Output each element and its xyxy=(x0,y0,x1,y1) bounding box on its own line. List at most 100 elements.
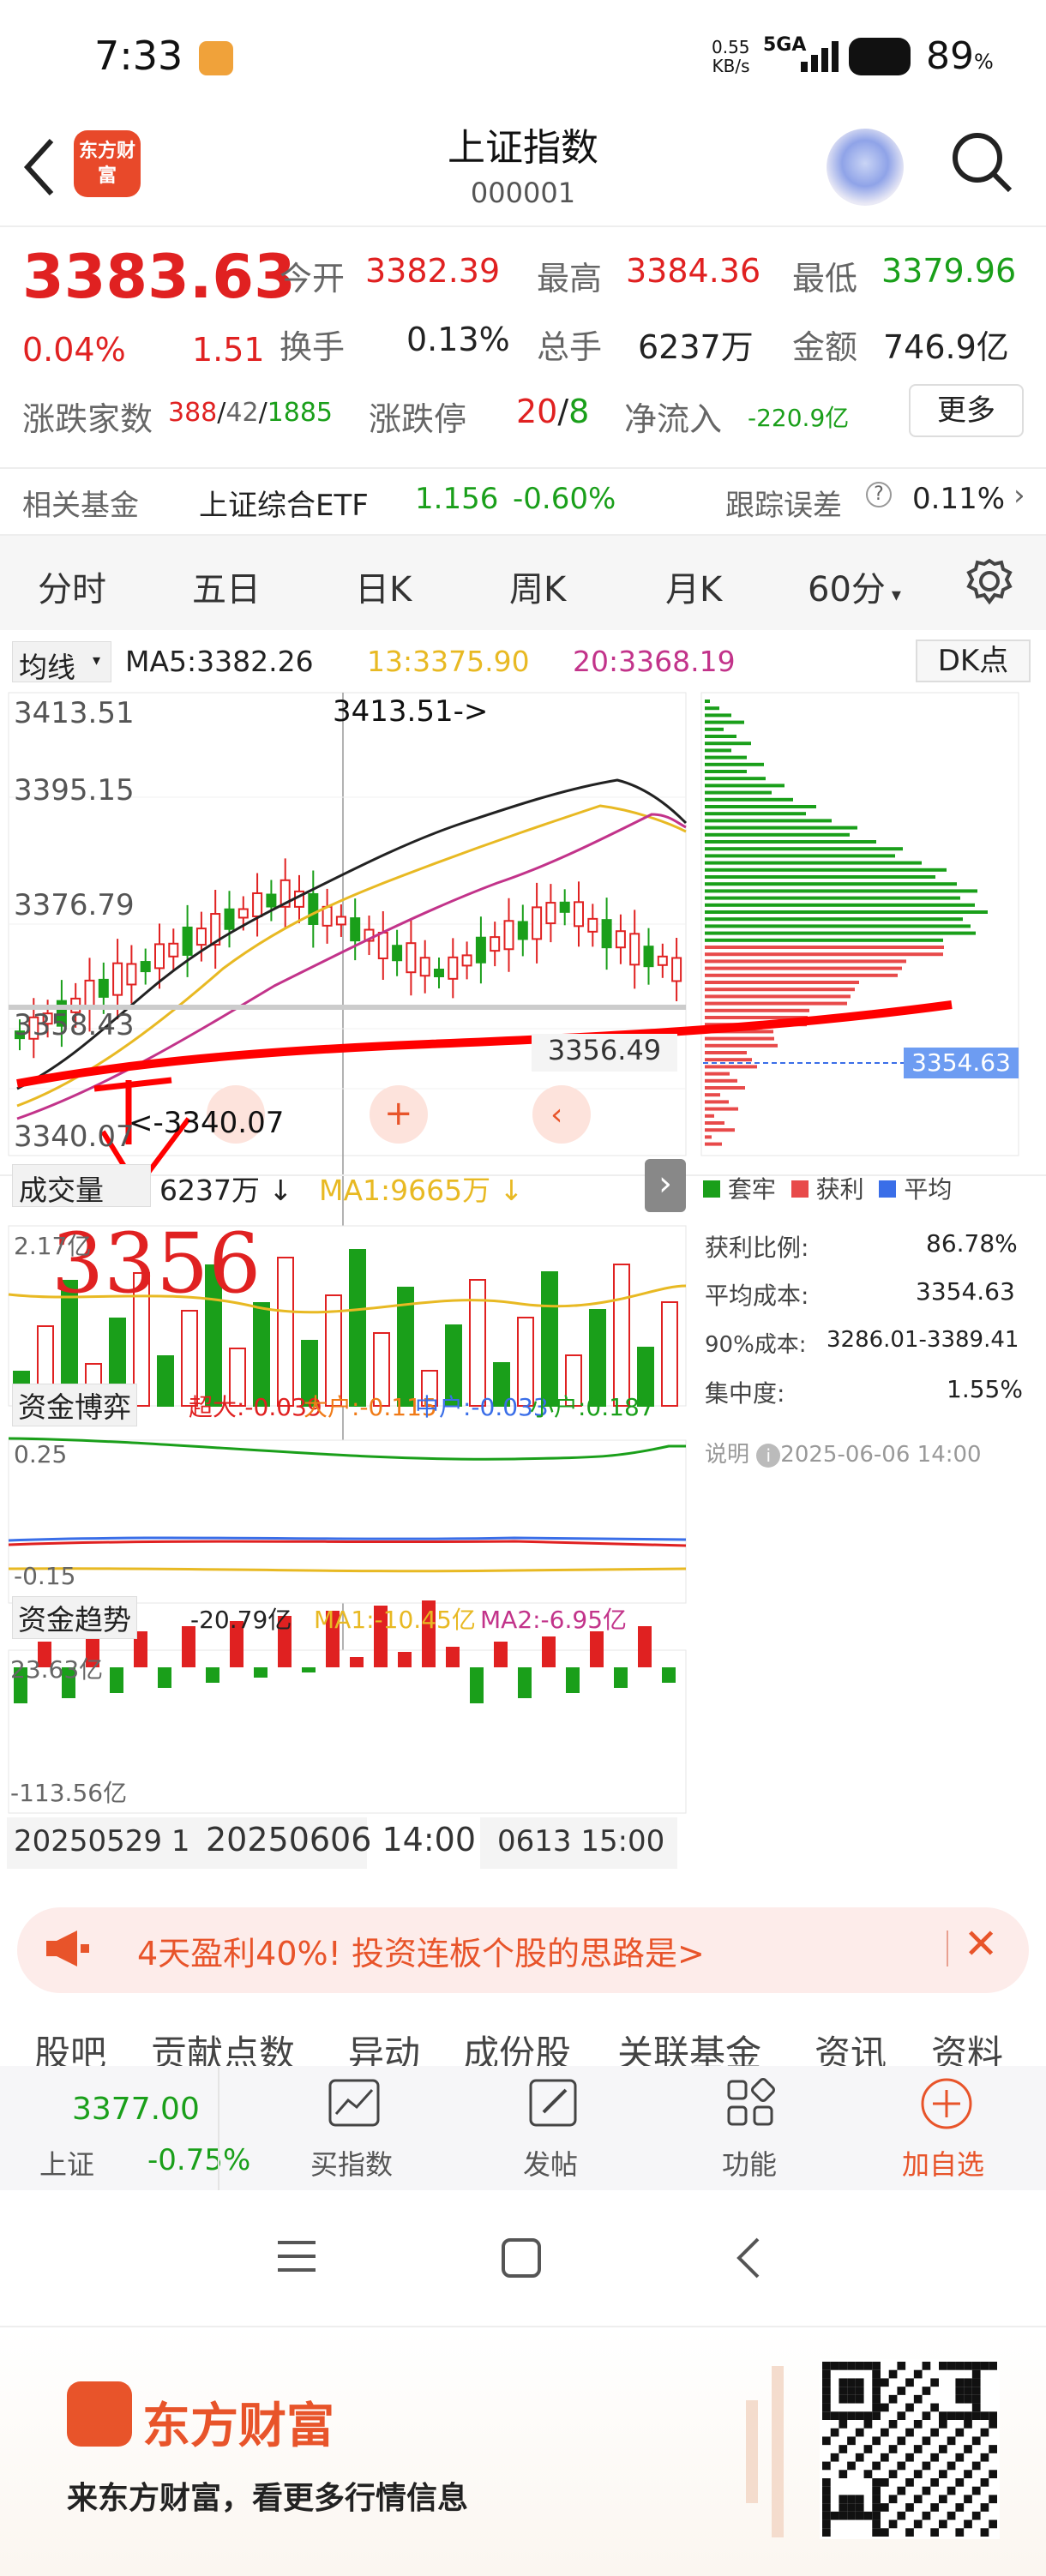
capital-trend-label[interactable]: 资金趋势 xyxy=(12,1596,137,1639)
candle xyxy=(84,979,95,1010)
tab-five-day[interactable]: 五日 xyxy=(192,561,261,611)
close-icon[interactable]: ✕ xyxy=(964,1920,998,1968)
volume-y-top: 2.17亿 xyxy=(14,1232,92,1260)
chip-bar xyxy=(705,755,747,760)
qr-module xyxy=(971,2511,981,2520)
qr-module xyxy=(947,2486,956,2495)
y-label-3: 3376.79 xyxy=(14,888,135,922)
qr-module xyxy=(964,2394,972,2404)
search-icon[interactable] xyxy=(947,127,1015,195)
limit-values: 20/8 xyxy=(516,393,590,430)
qr-module xyxy=(913,2519,923,2529)
index-price[interactable]: 3377.00 xyxy=(72,2092,200,2127)
qr-module xyxy=(847,2436,856,2446)
qr-module xyxy=(881,2403,889,2412)
fund-price: 1.156 xyxy=(415,482,499,516)
more-button[interactable]: 更多 xyxy=(909,384,1024,437)
super-large: 超大:-0.039 xyxy=(189,1393,322,1421)
add-watchlist-label[interactable]: 加自选 xyxy=(902,2143,984,2183)
back-nav-icon[interactable] xyxy=(734,2236,761,2280)
chip-bar xyxy=(705,938,943,942)
qr-module xyxy=(855,2378,864,2387)
qr-module xyxy=(980,2478,989,2487)
y-label-5: 3340.07 xyxy=(14,1120,135,1154)
qr-module xyxy=(822,2486,831,2495)
qr-module xyxy=(822,2362,831,2370)
qr-module xyxy=(964,2445,972,2453)
function-label[interactable]: 功能 xyxy=(722,2143,777,2183)
chip-bar xyxy=(705,748,731,753)
track-label: 跟踪误差 xyxy=(725,489,842,523)
gear-icon[interactable] xyxy=(964,555,1015,607)
small: 小户:0.187 xyxy=(530,1393,655,1421)
chip-bar xyxy=(705,1135,712,1139)
qr-module xyxy=(872,2503,881,2512)
buy-index-label[interactable]: 买指数 xyxy=(310,2143,393,2183)
qr-module xyxy=(888,2519,898,2529)
qr-module xyxy=(872,2461,881,2471)
qr-module xyxy=(955,2411,965,2420)
expand-panel-icon[interactable]: › xyxy=(645,1159,686,1212)
candle xyxy=(448,956,459,980)
tab-monthly-k[interactable]: 月K xyxy=(665,561,722,611)
trend-ma2: MA2:-6.95亿 xyxy=(480,1606,628,1634)
decorative-candles xyxy=(746,2366,784,2537)
inflow-value: -220.9亿 xyxy=(748,404,850,432)
robot-assistant-icon[interactable] xyxy=(827,129,904,206)
qr-module xyxy=(897,2411,906,2420)
chip-bar xyxy=(705,735,736,738)
chip-bar xyxy=(705,805,816,808)
trend-bar xyxy=(662,1667,676,1683)
chip-bar xyxy=(705,777,766,781)
qr-module xyxy=(971,2436,981,2446)
tab-60min[interactable]: 60分 ▾ xyxy=(808,561,901,611)
qr-module xyxy=(855,2511,864,2520)
qr-module xyxy=(939,2420,947,2429)
chevron-right-icon[interactable]: › xyxy=(1013,478,1025,513)
tab-daily-k[interactable]: 日K xyxy=(355,561,412,611)
qr-module xyxy=(955,2478,965,2487)
qr-module xyxy=(839,2394,848,2404)
breadth-values: 388/42/1885 xyxy=(168,398,334,428)
trend-bar xyxy=(158,1667,171,1688)
tab-weekly-k[interactable]: 周K xyxy=(509,561,566,611)
function-icon[interactable] xyxy=(725,2078,775,2128)
chip-bar xyxy=(705,832,850,837)
menu-icon[interactable] xyxy=(276,2237,317,2275)
help-icon[interactable]: ? xyxy=(866,482,892,507)
qr-module xyxy=(872,2528,881,2537)
qr-module xyxy=(855,2453,864,2462)
svg-text:+: + xyxy=(384,1094,413,1133)
chip-note[interactable]: 说明 i 2025-06-06 14:00 xyxy=(705,1437,982,1468)
tab-timeshare[interactable]: 分时 xyxy=(38,561,106,611)
volume-bar xyxy=(277,1257,294,1407)
trend-bar xyxy=(302,1667,316,1672)
x-label-3: 0613 15:00 xyxy=(497,1824,665,1858)
post-label[interactable]: 发帖 xyxy=(523,2143,578,2183)
dk-point-button[interactable]: DK点 xyxy=(916,639,1031,682)
volume-ma-legend: MA1:9665万 ↓ xyxy=(319,1174,524,1207)
qr-code[interactable] xyxy=(820,2359,1000,2539)
qr-module xyxy=(888,2470,898,2478)
qr-module xyxy=(872,2411,881,2420)
y-label-4: 3358.43 xyxy=(14,1008,135,1042)
home-icon[interactable] xyxy=(501,2237,542,2279)
chip-bar xyxy=(705,959,906,964)
buy-index-icon[interactable] xyxy=(328,2078,381,2128)
fund-change: -0.60% xyxy=(513,482,616,516)
qr-module xyxy=(905,2403,914,2412)
qr-module xyxy=(839,2411,848,2420)
chip-bar xyxy=(705,1086,745,1090)
battery-level: 89% xyxy=(926,34,994,78)
add-watchlist-icon[interactable] xyxy=(919,2076,974,2131)
qr-module xyxy=(955,2428,965,2437)
qr-module xyxy=(863,2445,873,2453)
qr-module xyxy=(863,2362,873,2370)
info-icon: i xyxy=(756,1444,781,1468)
qr-module xyxy=(955,2387,965,2395)
post-icon[interactable] xyxy=(528,2078,578,2128)
qr-module xyxy=(888,2420,898,2429)
capital-game-label[interactable]: 资金博弈 xyxy=(12,1384,137,1426)
qr-module xyxy=(971,2378,981,2387)
avg-cost-tag: 3354.63 xyxy=(904,1048,1019,1078)
